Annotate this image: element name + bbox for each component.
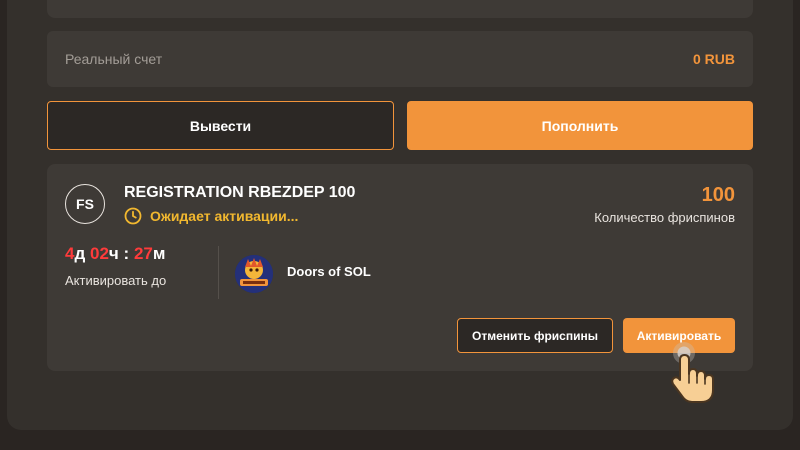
- real-account-label: Реальный счет: [65, 51, 163, 67]
- clock-icon: [124, 207, 142, 225]
- deposit-button[interactable]: Пополнить: [407, 101, 753, 150]
- divider: [218, 246, 219, 299]
- countdown-timer: 4д 02ч : 27м: [65, 244, 165, 264]
- timer-minutes: 27: [133, 244, 153, 263]
- timer-hours-unit: ч: [108, 244, 119, 263]
- promo-title: REGISTRATION RBEZDEP 100: [124, 184, 356, 201]
- activate-until-label: Активировать до: [65, 273, 167, 288]
- freespins-badge: FS: [65, 184, 105, 224]
- game-name[interactable]: Doors of SOL: [287, 264, 371, 279]
- freespins-card: FS REGISTRATION RBEZDEP 100 Ожидает акти…: [47, 164, 753, 371]
- real-account-row: Реальный счет 0 RUB: [47, 31, 753, 87]
- real-account-value: 0 RUB: [692, 51, 735, 67]
- withdraw-button[interactable]: Вывести: [47, 101, 394, 150]
- top-card: [47, 0, 753, 18]
- timer-separator: :: [123, 244, 130, 263]
- spins-count: 100: [701, 184, 735, 206]
- timer-hours: 02: [90, 244, 109, 263]
- timer-days-unit: д: [74, 244, 86, 263]
- game-icon: [235, 255, 273, 293]
- status-row: Ожидает активации...: [124, 207, 298, 225]
- hand-pointer-icon: [660, 338, 724, 408]
- timer-minutes-unit: м: [152, 244, 166, 263]
- spins-label: Количество фриспинов: [594, 210, 735, 225]
- cancel-freespins-button[interactable]: Отменить фриспины: [457, 318, 613, 353]
- status-text: Ожидает активации...: [150, 208, 299, 224]
